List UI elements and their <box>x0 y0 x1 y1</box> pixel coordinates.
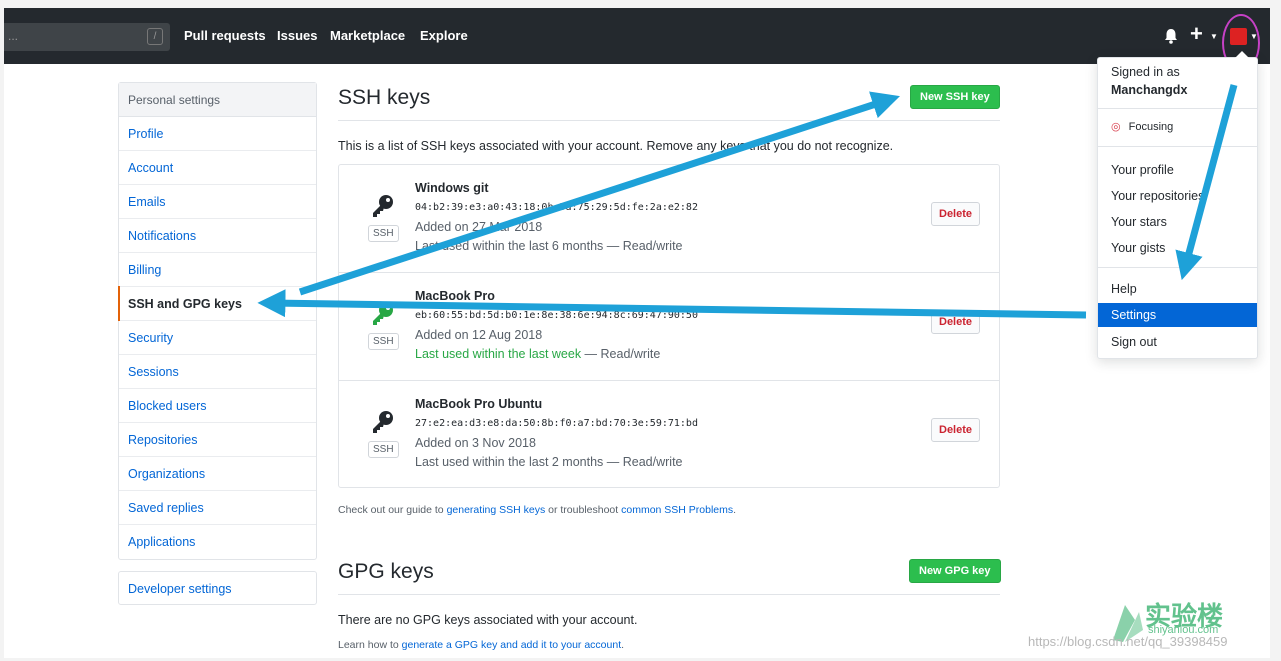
ssh-badge: SSH <box>368 333 399 350</box>
key-last-used: Last used within the last 2 months — Rea… <box>415 455 683 469</box>
browser-page: ... / Pull requests Issues Marketplace E… <box>4 8 1270 658</box>
divider <box>1098 108 1257 109</box>
key-fingerprint: 04:b2:39:e3:a0:43:18:0b:5a:75:29:5d:fe:2… <box>415 202 698 213</box>
learn-text: . <box>621 639 625 651</box>
set-status-item[interactable]: ◎ Focusing <box>1098 115 1257 139</box>
key-added-date: Added on 27 Mar 2018 <box>415 220 543 234</box>
divider <box>1098 267 1257 268</box>
key-title: MacBook Pro <box>415 289 495 303</box>
menu-item-your-stars[interactable]: Your stars <box>1098 210 1257 234</box>
nav-pull-requests[interactable]: Pull requests <box>184 28 266 43</box>
sidebar-item-ssh-gpg-keys[interactable]: SSH and GPG keys <box>118 286 316 321</box>
delete-key-button[interactable]: Delete <box>931 202 981 226</box>
menu-item-sign-out[interactable]: Sign out <box>1098 330 1257 354</box>
sidebar-item-blocked-users[interactable]: Blocked users <box>119 389 316 423</box>
new-gpg-key-button[interactable]: New GPG key <box>909 559 1001 583</box>
key-icon <box>373 303 393 325</box>
key-last-used-recent: Last used within the last week <box>415 347 582 361</box>
sidebar-item-applications[interactable]: Applications <box>119 525 316 559</box>
settings-sidebar: Personal settings Profile Account Emails… <box>118 82 317 560</box>
guide-text: Check out our guide to <box>338 504 447 516</box>
sidebar-item-notifications[interactable]: Notifications <box>119 219 316 253</box>
menu-item-your-repositories[interactable]: Your repositories <box>1098 184 1257 208</box>
divider <box>338 120 1000 121</box>
sidebar-item-developer-settings[interactable]: Developer settings <box>118 571 317 605</box>
key-added-date: Added on 12 Aug 2018 <box>415 328 543 342</box>
gpg-learn-text: Learn how to generate a GPG key and add … <box>338 639 624 651</box>
sidebar-item-organizations[interactable]: Organizations <box>119 457 316 491</box>
ssh-keys-title: SSH keys <box>338 86 431 109</box>
gpg-none-message: There are no GPG keys associated with yo… <box>338 613 638 627</box>
key-added-date: Added on 3 Nov 2018 <box>415 436 536 450</box>
menu-item-settings[interactable]: Settings <box>1098 303 1257 327</box>
delete-key-button[interactable]: Delete <box>931 418 981 442</box>
new-ssh-key-button[interactable]: New SSH key <box>910 85 1000 109</box>
list-item: SSH MacBook Pro eb:60:55:bd:5d:b0:1e:8e:… <box>339 273 999 381</box>
key-last-used: Last used within the last 6 months — Rea… <box>415 239 683 253</box>
sidebar-item-profile[interactable]: Profile <box>119 117 316 151</box>
ssh-badge: SSH <box>368 441 399 458</box>
watermark-url: https://blog.csdn.net/qq_39398459 <box>1028 634 1228 649</box>
list-item: SSH MacBook Pro Ubuntu 27:e2:ea:d3:e8:da… <box>339 381 999 489</box>
menu-item-help[interactable]: Help <box>1098 277 1257 301</box>
ssh-key-list: SSH Windows git 04:b2:39:e3:a0:43:18:0b:… <box>338 164 1000 488</box>
guide-text: or troubleshoot <box>545 504 622 516</box>
key-title: MacBook Pro Ubuntu <box>415 397 543 411</box>
sidebar-item-repositories[interactable]: Repositories <box>119 423 316 457</box>
key-icon <box>373 411 393 433</box>
sidebar-item-emails[interactable]: Emails <box>119 185 316 219</box>
key-fingerprint: 27:e2:ea:d3:e8:da:50:8b:f0:a7:bd:70:3e:5… <box>415 418 698 429</box>
generating-ssh-keys-link[interactable]: generating SSH keys <box>447 504 546 516</box>
create-new-plus-icon[interactable]: + <box>1190 21 1203 47</box>
nav-explore[interactable]: Explore <box>420 28 468 43</box>
sidebar-item-security[interactable]: Security <box>119 321 316 355</box>
nav-marketplace[interactable]: Marketplace <box>330 28 405 43</box>
status-text: Focusing <box>1128 121 1174 133</box>
top-navigation-bar: ... / Pull requests Issues Marketplace E… <box>4 8 1270 72</box>
ssh-keys-description: This is a list of SSH keys associated wi… <box>338 139 894 153</box>
user-dropdown-menu: Signed in as Manchangdx ◎ Focusing Your p… <box>1097 51 1258 359</box>
gpg-keys-title: GPG keys <box>338 560 434 583</box>
target-icon: ◎ <box>1111 121 1121 133</box>
signed-in-username: Manchangdx <box>1111 83 1188 97</box>
sidebar-item-saved-replies[interactable]: Saved replies <box>119 491 316 525</box>
sidebar-header: Personal settings <box>119 83 316 117</box>
sidebar-item-billing[interactable]: Billing <box>119 253 316 287</box>
ssh-badge: SSH <box>368 225 399 242</box>
nav-issues[interactable]: Issues <box>277 28 317 43</box>
key-fingerprint: eb:60:55:bd:5d:b0:1e:8e:38:6e:94:8c:69:4… <box>415 310 698 321</box>
search-input[interactable]: ... <box>4 23 170 51</box>
generate-gpg-key-link[interactable]: generate a GPG key and add it to your ac… <box>402 639 621 651</box>
key-title: Windows git <box>415 181 489 195</box>
key-icon <box>373 195 393 217</box>
menu-caret <box>1235 51 1249 58</box>
guide-text: . <box>733 504 737 516</box>
divider <box>338 594 1000 595</box>
divider <box>1098 146 1257 147</box>
notifications-bell-icon[interactable] <box>1161 26 1181 46</box>
list-item: SSH Windows git 04:b2:39:e3:a0:43:18:0b:… <box>339 165 999 273</box>
key-access: — Read/write <box>581 347 661 361</box>
menu-item-your-gists[interactable]: Your gists <box>1098 236 1257 260</box>
ssh-guide-text: Check out our guide to generating SSH ke… <box>338 504 736 516</box>
chevron-down-icon: ▼ <box>1210 32 1218 41</box>
delete-key-button[interactable]: Delete <box>931 310 981 334</box>
search-shortcut-hint: / <box>147 28 163 45</box>
sidebar-item-sessions[interactable]: Sessions <box>119 355 316 389</box>
key-last-used: Last used within the last week — Read/wr… <box>415 347 660 361</box>
sidebar-item-account[interactable]: Account <box>119 151 316 185</box>
learn-text: Learn how to <box>338 639 402 651</box>
menu-item-your-profile[interactable]: Your profile <box>1098 158 1257 182</box>
common-ssh-problems-link[interactable]: common SSH Problems <box>621 504 733 516</box>
